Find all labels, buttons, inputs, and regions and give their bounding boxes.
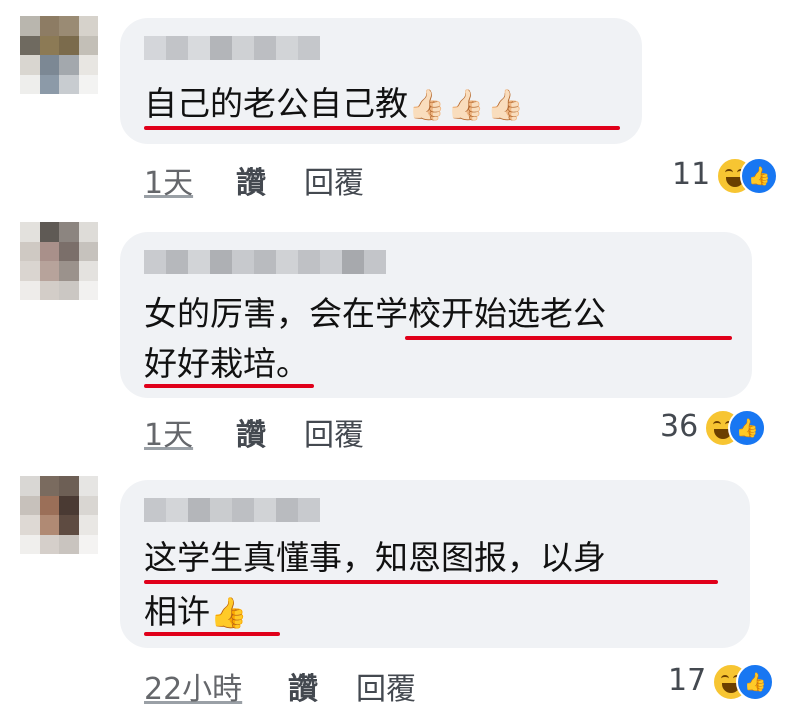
comment-text: 这学生真懂事，知恩图报，以身 xyxy=(144,538,606,577)
comment-timestamp[interactable]: 22小時 xyxy=(144,664,242,708)
comment-text: 自己的老公自己教👍🏻👍🏻👍🏻 xyxy=(144,84,527,123)
thumbs-up-emoji: 👍🏻👍🏻👍🏻 xyxy=(408,88,527,123)
like-button[interactable]: 讚 xyxy=(288,664,318,708)
reaction-count: 17 xyxy=(668,662,707,698)
comment-text: 女的厉害，会在学校开始选老公 xyxy=(144,294,606,333)
reaction-summary[interactable]: 36 👍 xyxy=(660,406,767,447)
reaction-count: 36 xyxy=(660,408,699,444)
avatar[interactable] xyxy=(20,16,98,94)
like-button[interactable]: 讚 xyxy=(236,158,266,202)
highlight-underline xyxy=(405,336,732,340)
like-reaction-icon: 👍 xyxy=(740,157,779,195)
like-reaction-icon: 👍 xyxy=(728,409,767,447)
reply-button[interactable]: 回覆 xyxy=(356,664,416,708)
reaction-summary[interactable]: 11 👍 xyxy=(672,154,779,195)
comment-bubble: 女的厉害，会在学校开始选老公 好好栽培。 xyxy=(120,232,752,398)
commenter-name-blurred[interactable] xyxy=(144,250,386,274)
commenter-name-blurred[interactable] xyxy=(144,36,320,60)
commenter-name-blurred[interactable] xyxy=(144,498,320,522)
comment-timestamp[interactable]: 1天 xyxy=(144,410,193,454)
reply-button[interactable]: 回覆 xyxy=(304,410,364,454)
avatar[interactable] xyxy=(20,222,98,300)
like-reaction-icon: 👍 xyxy=(736,663,775,701)
reaction-count: 11 xyxy=(672,156,711,192)
comment-text-continued: 相许👍 xyxy=(144,592,250,631)
comment-text-continued: 好好栽培。 xyxy=(144,344,309,383)
highlight-underline xyxy=(144,384,314,388)
comment-bubble: 这学生真懂事，知恩图报，以身 相许👍 xyxy=(120,480,750,648)
reaction-summary[interactable]: 17 👍 xyxy=(668,660,775,701)
highlight-underline xyxy=(144,126,620,130)
comment-timestamp[interactable]: 1天 xyxy=(144,158,193,202)
highlight-underline xyxy=(144,632,280,636)
like-button[interactable]: 讚 xyxy=(236,410,266,454)
comment-bubble: 自己的老公自己教👍🏻👍🏻👍🏻 xyxy=(120,18,642,144)
reply-button[interactable]: 回覆 xyxy=(304,158,364,202)
avatar[interactable] xyxy=(20,476,98,554)
thumbs-up-emoji: 👍 xyxy=(210,596,250,631)
highlight-underline xyxy=(144,580,718,584)
